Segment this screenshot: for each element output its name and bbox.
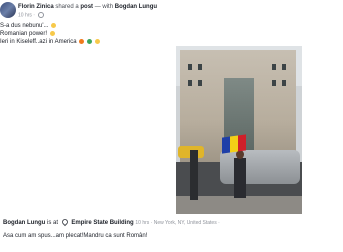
post-line-2: Romanian power! (0, 31, 48, 37)
globe-icon (38, 12, 45, 18)
checkin-is-at: is at (47, 220, 59, 226)
building-window (188, 64, 192, 70)
flexed-arm-emoji-icon (49, 30, 55, 36)
post-time[interactable]: 10 hrs · (18, 12, 35, 18)
post-link[interactable]: post (80, 4, 93, 10)
building-window (198, 80, 202, 86)
with-text: — with (94, 4, 114, 10)
check-emoji-icon (86, 38, 92, 44)
post-line-3: Ieri in Kiseleff..azi in America (0, 39, 77, 45)
post-header-line: Florin Zinica shared a post — with Bogda… (18, 3, 157, 11)
building-window (272, 80, 276, 86)
fire-emoji-icon (79, 38, 85, 44)
post-photo[interactable] (176, 46, 302, 214)
avatar[interactable] (0, 2, 16, 18)
flag-red-stripe (238, 134, 246, 152)
checkin-line: Bogdan Lungu is at Empire State Building… (3, 218, 220, 227)
post-line-1: S-a dus nebunu'... (0, 23, 49, 29)
building-window (272, 64, 276, 70)
building-window (198, 64, 202, 70)
post-text: S-a dus nebunu'... Romanian power! Ieri … (0, 22, 100, 46)
building-window (282, 64, 286, 70)
photo-caption: Asa cum am spus...am plecat!Mandru ca su… (3, 233, 148, 239)
location-pin-icon (60, 218, 69, 227)
tagged-person[interactable]: Bogdan Lungu (115, 4, 157, 10)
photo-pole (190, 150, 198, 200)
building-window (188, 80, 192, 86)
flag-yellow-stripe (230, 135, 238, 153)
smile-emoji-icon (94, 38, 100, 44)
building-window (282, 80, 286, 86)
checkin-place[interactable]: Empire State Building (71, 220, 133, 226)
photo-person (234, 158, 246, 198)
checkin-person[interactable]: Bogdan Lungu (3, 220, 45, 226)
romanian-flag (222, 134, 246, 154)
author-name[interactable]: Florin Zinica (18, 4, 54, 10)
post-header: Florin Zinica shared a post — with Bogda… (0, 0, 343, 22)
post-meta: 10 hrs · (18, 12, 45, 18)
laughing-emoji-icon (51, 22, 57, 28)
shared-text: shared a (55, 4, 79, 10)
flag-blue-stripe (222, 136, 230, 154)
photo-car (220, 150, 300, 184)
checkin-meta: 10 hrs · New York, NY, United States · (135, 220, 220, 226)
